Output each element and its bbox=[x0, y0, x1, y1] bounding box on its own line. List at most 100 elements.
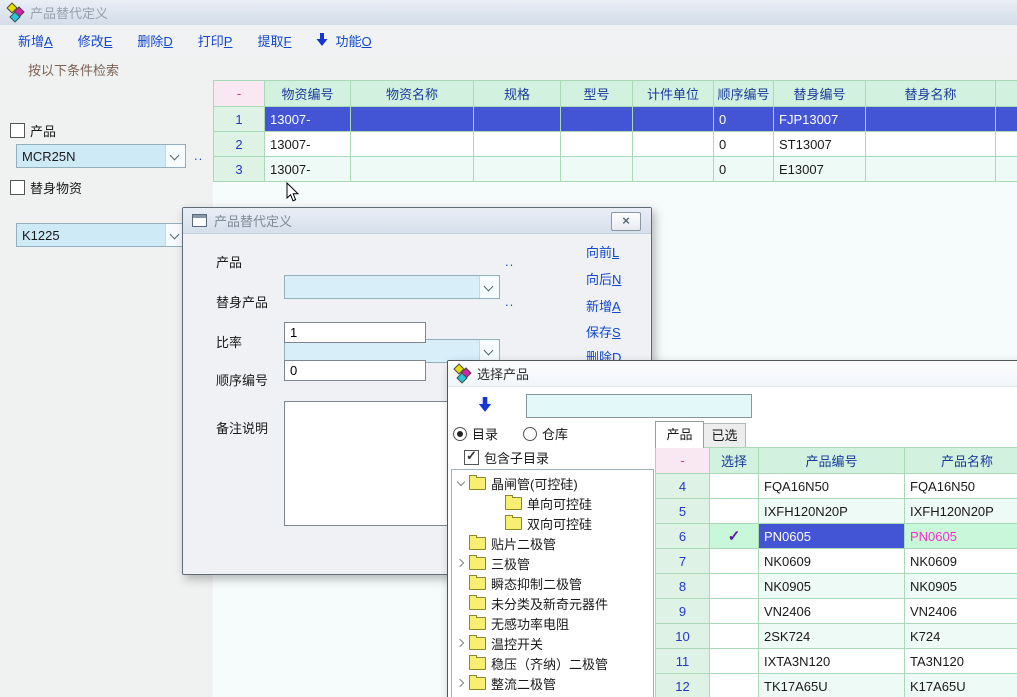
cell-product-name[interactable]: FQA16N50 bbox=[905, 474, 1017, 499]
cell-material-name[interactable] bbox=[351, 157, 474, 182]
tree-expand-icon[interactable] bbox=[456, 538, 467, 549]
tree-item[interactable]: 瞬态抑制二极管 bbox=[452, 573, 653, 593]
dialog-product-more-button[interactable]: .. bbox=[505, 254, 514, 269]
cell-spec[interactable] bbox=[474, 132, 561, 157]
table-row[interactable]: 1 13007- 0 FJP13007 bbox=[214, 107, 1017, 132]
cell-product-code[interactable]: IXTA3N120 bbox=[759, 649, 905, 674]
tree-expand-icon[interactable] bbox=[492, 498, 503, 509]
tree-expand-icon[interactable] bbox=[456, 678, 467, 689]
cell-spec[interactable] bbox=[474, 107, 561, 132]
cell-sub-code[interactable]: E13007 bbox=[774, 157, 866, 182]
cell-material-code[interactable]: 13007- bbox=[265, 132, 351, 157]
tab-products[interactable]: 产品 bbox=[655, 421, 704, 448]
search-condition-link[interactable]: 按以下条件检索 bbox=[28, 60, 119, 79]
cell-product-code[interactable]: NK0609 bbox=[759, 549, 905, 574]
check-mark-cell[interactable] bbox=[710, 599, 759, 624]
chevron-down-icon[interactable] bbox=[479, 276, 499, 298]
dialog-substitute-more-button[interactable]: .. bbox=[505, 294, 514, 309]
edit-dialog-titlebar[interactable]: 产品替代定义 × bbox=[183, 208, 651, 234]
tree-expand-icon[interactable] bbox=[456, 478, 467, 489]
cell-sub-code[interactable]: ST13007 bbox=[774, 132, 866, 157]
cell-product-name[interactable]: NK0609 bbox=[905, 549, 1017, 574]
cell-product-name[interactable]: TA3N120 bbox=[905, 649, 1017, 674]
next-button[interactable]: 向后N bbox=[586, 269, 621, 288]
include-sub-checkbox[interactable] bbox=[464, 450, 479, 465]
tree-item[interactable]: 双向可控硅 bbox=[452, 513, 653, 533]
col-header-product-name[interactable]: 产品名称 bbox=[905, 448, 1017, 474]
col-header-sub-spec[interactable]: 替身规格 bbox=[996, 81, 1017, 107]
cell-model[interactable] bbox=[561, 132, 633, 157]
table-row[interactable]: 2 13007- 0 ST13007 bbox=[214, 132, 1017, 157]
table-row[interactable]: 8 NK0905 NK0905 N bbox=[656, 574, 1017, 599]
table-row[interactable]: 6 ✓ PN0605 PN0605 F bbox=[656, 524, 1017, 549]
cell-sub-name[interactable] bbox=[866, 132, 996, 157]
product-combo[interactable]: MCR25N bbox=[16, 144, 186, 168]
tree-expand-icon[interactable] bbox=[456, 658, 467, 669]
cell-product-code[interactable]: IXFH120N20P bbox=[759, 499, 905, 524]
cell-product-code[interactable]: VN2406 bbox=[759, 599, 905, 624]
menu-extract-button[interactable]: 提取F bbox=[257, 31, 291, 50]
dialog-product-combo[interactable] bbox=[284, 275, 500, 299]
col-header-index[interactable]: - bbox=[214, 81, 265, 107]
cell-unit[interactable] bbox=[633, 132, 714, 157]
cell-product-code[interactable]: 2SK724 bbox=[759, 624, 905, 649]
cell-sub-spec[interactable] bbox=[996, 132, 1017, 157]
tree-item[interactable]: 贴片二极管 bbox=[452, 533, 653, 553]
tree-item[interactable]: 整流二极管 bbox=[452, 673, 653, 693]
cell-product-name[interactable]: K724 bbox=[905, 624, 1017, 649]
substitute-combo[interactable]: K1225 bbox=[16, 223, 186, 247]
check-mark-cell[interactable] bbox=[710, 549, 759, 574]
table-row[interactable]: 3 13007- 0 E13007 bbox=[214, 157, 1017, 182]
tree-item[interactable]: 未分类及新奇元器件 bbox=[452, 593, 653, 613]
chevron-down-icon[interactable] bbox=[479, 340, 499, 362]
cell-product-name[interactable]: IXFH120N20P bbox=[905, 499, 1017, 524]
ratio-input[interactable] bbox=[284, 322, 426, 343]
check-mark-cell[interactable] bbox=[710, 649, 759, 674]
tree-item[interactable]: 三极管 bbox=[452, 553, 653, 573]
tree-expand-icon[interactable] bbox=[456, 578, 467, 589]
cell-material-name[interactable] bbox=[351, 107, 474, 132]
tree-item[interactable]: 稳压（齐纳）二极管 bbox=[452, 653, 653, 673]
cell-seq[interactable]: 0 bbox=[714, 157, 774, 182]
col-header-unit[interactable]: 计件单位 bbox=[633, 81, 714, 107]
chevron-down-icon[interactable] bbox=[165, 145, 185, 167]
col-header-sub-code[interactable]: 替身编号 bbox=[774, 81, 866, 107]
warehouse-option[interactable]: 仓库 bbox=[523, 424, 568, 443]
table-row[interactable]: 9 VN2406 VN2406 V bbox=[656, 599, 1017, 624]
table-row[interactable]: 12 TK17A65U K17A65U K bbox=[656, 674, 1017, 697]
cell-material-name[interactable] bbox=[351, 132, 474, 157]
tree-expand-icon[interactable] bbox=[456, 638, 467, 649]
table-row[interactable]: 11 IXTA3N120 TA3N120 T bbox=[656, 649, 1017, 674]
include-sub-row[interactable]: 包含子目录 bbox=[464, 448, 549, 467]
check-mark-cell[interactable] bbox=[710, 674, 759, 697]
close-button[interactable]: × bbox=[611, 212, 641, 231]
table-row[interactable]: 5 IXFH120N20P IXFH120N20P 1 bbox=[656, 499, 1017, 524]
cell-product-name[interactable]: K17A65U bbox=[905, 674, 1017, 697]
table-row[interactable]: 4 FQA16N50 FQA16N50 F bbox=[656, 474, 1017, 499]
substitute-checkbox[interactable] bbox=[10, 180, 25, 195]
cell-seq[interactable]: 0 bbox=[714, 132, 774, 157]
prev-button[interactable]: 向前L bbox=[586, 242, 619, 261]
tree-expand-icon[interactable] bbox=[456, 598, 467, 609]
check-mark-cell[interactable]: ✓ bbox=[710, 524, 759, 549]
cell-model[interactable] bbox=[561, 157, 633, 182]
menu-function-button[interactable]: 功能O bbox=[316, 31, 371, 50]
col-header-sub-name[interactable]: 替身名称 bbox=[866, 81, 996, 107]
menu-add-button[interactable]: 新增A bbox=[18, 31, 53, 50]
tree-item[interactable]: 无感功率电阻 bbox=[452, 613, 653, 633]
check-mark-cell[interactable] bbox=[710, 624, 759, 649]
tree-expand-icon[interactable] bbox=[492, 518, 503, 529]
seq-input[interactable] bbox=[284, 360, 426, 381]
col-header-select[interactable]: 选择 bbox=[710, 448, 759, 474]
cell-sub-name[interactable] bbox=[866, 107, 996, 132]
cell-sub-spec[interactable] bbox=[996, 157, 1017, 182]
col-header-spec[interactable]: 规格 bbox=[474, 81, 561, 107]
cell-seq[interactable]: 0 bbox=[714, 107, 774, 132]
cell-product-code[interactable]: NK0905 bbox=[759, 574, 905, 599]
tree-item[interactable]: 单向可控硅 bbox=[452, 493, 653, 513]
cell-model[interactable] bbox=[561, 107, 633, 132]
menu-print-button[interactable]: 打印P bbox=[198, 31, 233, 50]
tree-expand-icon[interactable] bbox=[456, 618, 467, 629]
check-mark-cell[interactable] bbox=[710, 474, 759, 499]
add-button[interactable]: 新增A bbox=[586, 296, 621, 315]
